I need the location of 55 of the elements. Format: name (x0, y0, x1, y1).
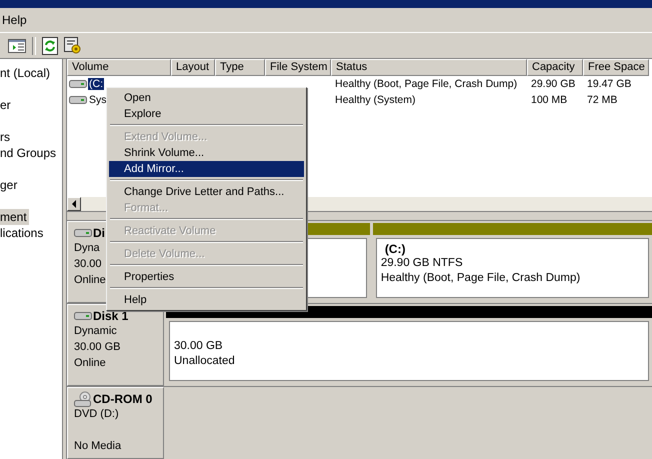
table-cell-text: 72 MB (586, 94, 618, 106)
table-cell-text: Healthy (System) (334, 94, 417, 106)
disk-name: Disk 1 (93, 309, 128, 323)
partition-title: (C:) (384, 242, 406, 256)
scroll-left-button[interactable] (67, 197, 81, 212)
disk-info: Dyna (74, 241, 100, 256)
column-header[interactable]: Volume (67, 59, 171, 76)
partition-info: Unallocated (174, 354, 236, 369)
tree-item[interactable]: nd Groups (0, 145, 58, 161)
column-header[interactable]: Free Space (583, 59, 649, 76)
table-cell-text: 100 MB (530, 94, 568, 106)
disk-label-panel[interactable]: CD-ROM 0 DVD (D:) No Media (67, 387, 164, 459)
column-header[interactable]: Layout (171, 59, 215, 76)
menu-item[interactable]: Explore (109, 106, 304, 122)
menu-item[interactable]: Open (109, 90, 304, 106)
tree-item[interactable]: rs (0, 129, 12, 145)
disk-info: DVD (D:) (74, 407, 119, 422)
disk-info: Online (74, 356, 106, 371)
table-cell[interactable]: Sys (88, 94, 108, 106)
menu-item[interactable]: Properties (109, 269, 304, 285)
menu-item[interactable]: Help (0, 13, 29, 27)
tree-item[interactable]: nt (Local) (0, 65, 52, 81)
partition-info: 30.00 GB (174, 339, 224, 354)
disk-info: 30.00 GB (74, 340, 120, 355)
column-header[interactable]: Capacity (527, 59, 583, 76)
disk-info: 30.00 (74, 257, 102, 272)
menu-item[interactable]: Change Drive Letter and Paths... (109, 184, 304, 200)
menu-item[interactable]: Shrink Volume... (109, 145, 304, 161)
table-cell-text: 29.90 GB (530, 78, 576, 90)
tree-item[interactable]: ment (0, 209, 29, 225)
table-cell[interactable]: (C: (88, 78, 104, 90)
tree-item[interactable]: lications (0, 225, 46, 241)
column-header[interactable]: Status (331, 59, 527, 76)
drive-icon (69, 79, 87, 89)
disk-name: Di (93, 226, 105, 240)
table-cell-text: 19.47 GB (586, 78, 632, 90)
properties-gear-icon[interactable] (64, 36, 82, 54)
tree-item[interactable]: er (0, 97, 13, 113)
column-header[interactable]: Type (215, 59, 265, 76)
partition-info: 29.90 GB NTFS (380, 256, 464, 271)
refresh-icon[interactable] (42, 36, 58, 54)
disk-info: Dynamic (74, 324, 117, 339)
column-header[interactable]: File System (265, 59, 331, 76)
disk-label-panel[interactable]: Disk 1 Dynamic 30.00 GB Online (67, 304, 164, 386)
menu-item[interactable]: Add Mirror... (109, 161, 304, 177)
table-cell-text: Healthy (Boot, Page File, Crash Dump) (334, 78, 518, 90)
left-arrow-icon (71, 200, 77, 208)
disk-info: Online (74, 273, 106, 288)
console-tree-icon[interactable] (8, 38, 26, 52)
drive-icon (69, 95, 87, 105)
cd-drive-icon (74, 391, 92, 407)
disk-info: No Media (74, 439, 122, 454)
tree-item[interactable]: ger (0, 177, 20, 193)
partition-info: Healthy (Boot, Page File, Crash Dump) (380, 271, 582, 286)
disk-name: CD-ROM 0 (93, 392, 152, 406)
